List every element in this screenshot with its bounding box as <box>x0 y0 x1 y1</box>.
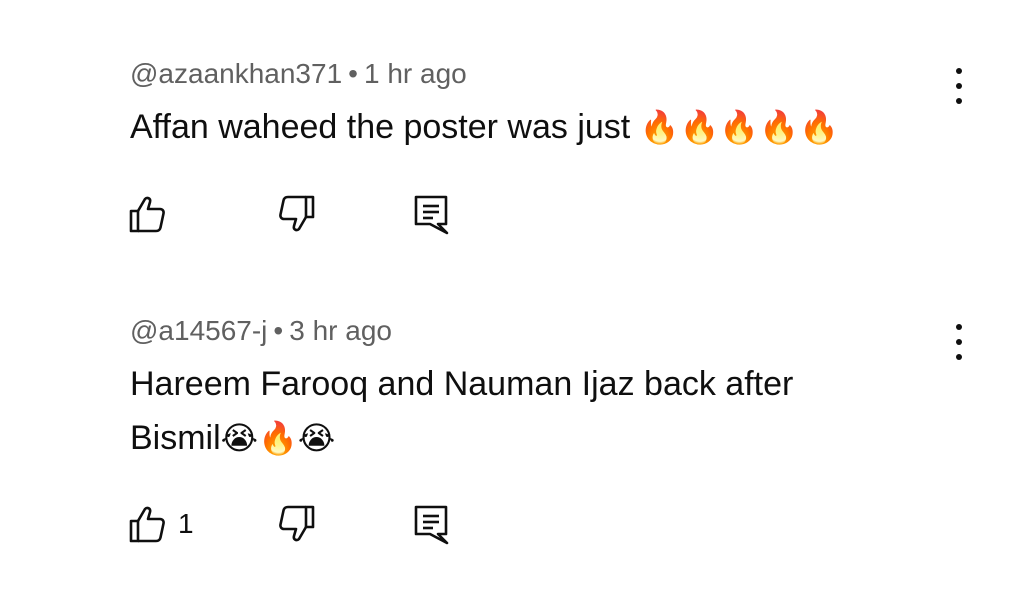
more-vert-icon-dot <box>956 339 962 345</box>
like-button[interactable] <box>128 190 178 238</box>
more-options-button[interactable] <box>944 322 974 362</box>
more-vert-icon-dot <box>956 354 962 360</box>
comment-body: Affan waheed the poster was just <box>130 108 631 146</box>
comment-emojis: 😭🔥😭 <box>220 419 336 457</box>
dislike-button[interactable] <box>274 190 316 238</box>
like-button[interactable]: 1 <box>128 500 194 548</box>
thumb-up-icon <box>129 506 165 543</box>
dislike-button[interactable] <box>274 500 316 548</box>
reply-button[interactable] <box>411 190 451 238</box>
comment-actions: 1 <box>0 500 1024 550</box>
reply-icon <box>414 195 449 235</box>
thumb-down-icon <box>279 505 315 542</box>
more-vert-icon-dot <box>956 83 962 89</box>
comment-author[interactable]: @azaankhan371 <box>130 58 342 89</box>
comment-actions <box>0 190 1024 240</box>
comment: @azaankhan371 • 1 hr ago Affan waheed the … <box>0 0 1024 290</box>
more-vert-icon <box>956 324 962 330</box>
comment-time: 1 hr ago <box>363 58 467 89</box>
comment-time: 3 hr ago <box>289 315 392 346</box>
comment-meta: @azaankhan371 • 1 hr ago <box>130 58 467 90</box>
comment-text: Affan waheed the poster was just 🔥🔥🔥🔥🔥 <box>130 100 930 154</box>
thumb-up-icon <box>129 196 165 233</box>
reply-button[interactable] <box>411 500 451 548</box>
comment-emojis: 🔥🔥🔥🔥🔥 <box>639 108 839 146</box>
meta-separator: • <box>348 58 358 89</box>
reply-icon <box>414 505 449 545</box>
more-vert-icon <box>956 68 962 74</box>
comment-author[interactable]: @a14567-j <box>130 315 267 346</box>
more-vert-icon-dot <box>956 98 962 104</box>
more-options-button[interactable] <box>944 66 974 106</box>
comment-meta: @a14567-j • 3 hr ago <box>130 315 392 347</box>
comment: @a14567-j • 3 hr ago Hareem Farooq and Nau… <box>0 300 1024 600</box>
comment-text: Hareem Farooq and Nauman Ijaz back after… <box>130 357 870 465</box>
thumb-down-icon <box>279 195 315 232</box>
meta-separator: • <box>273 315 284 346</box>
like-count: 1 <box>178 508 194 539</box>
